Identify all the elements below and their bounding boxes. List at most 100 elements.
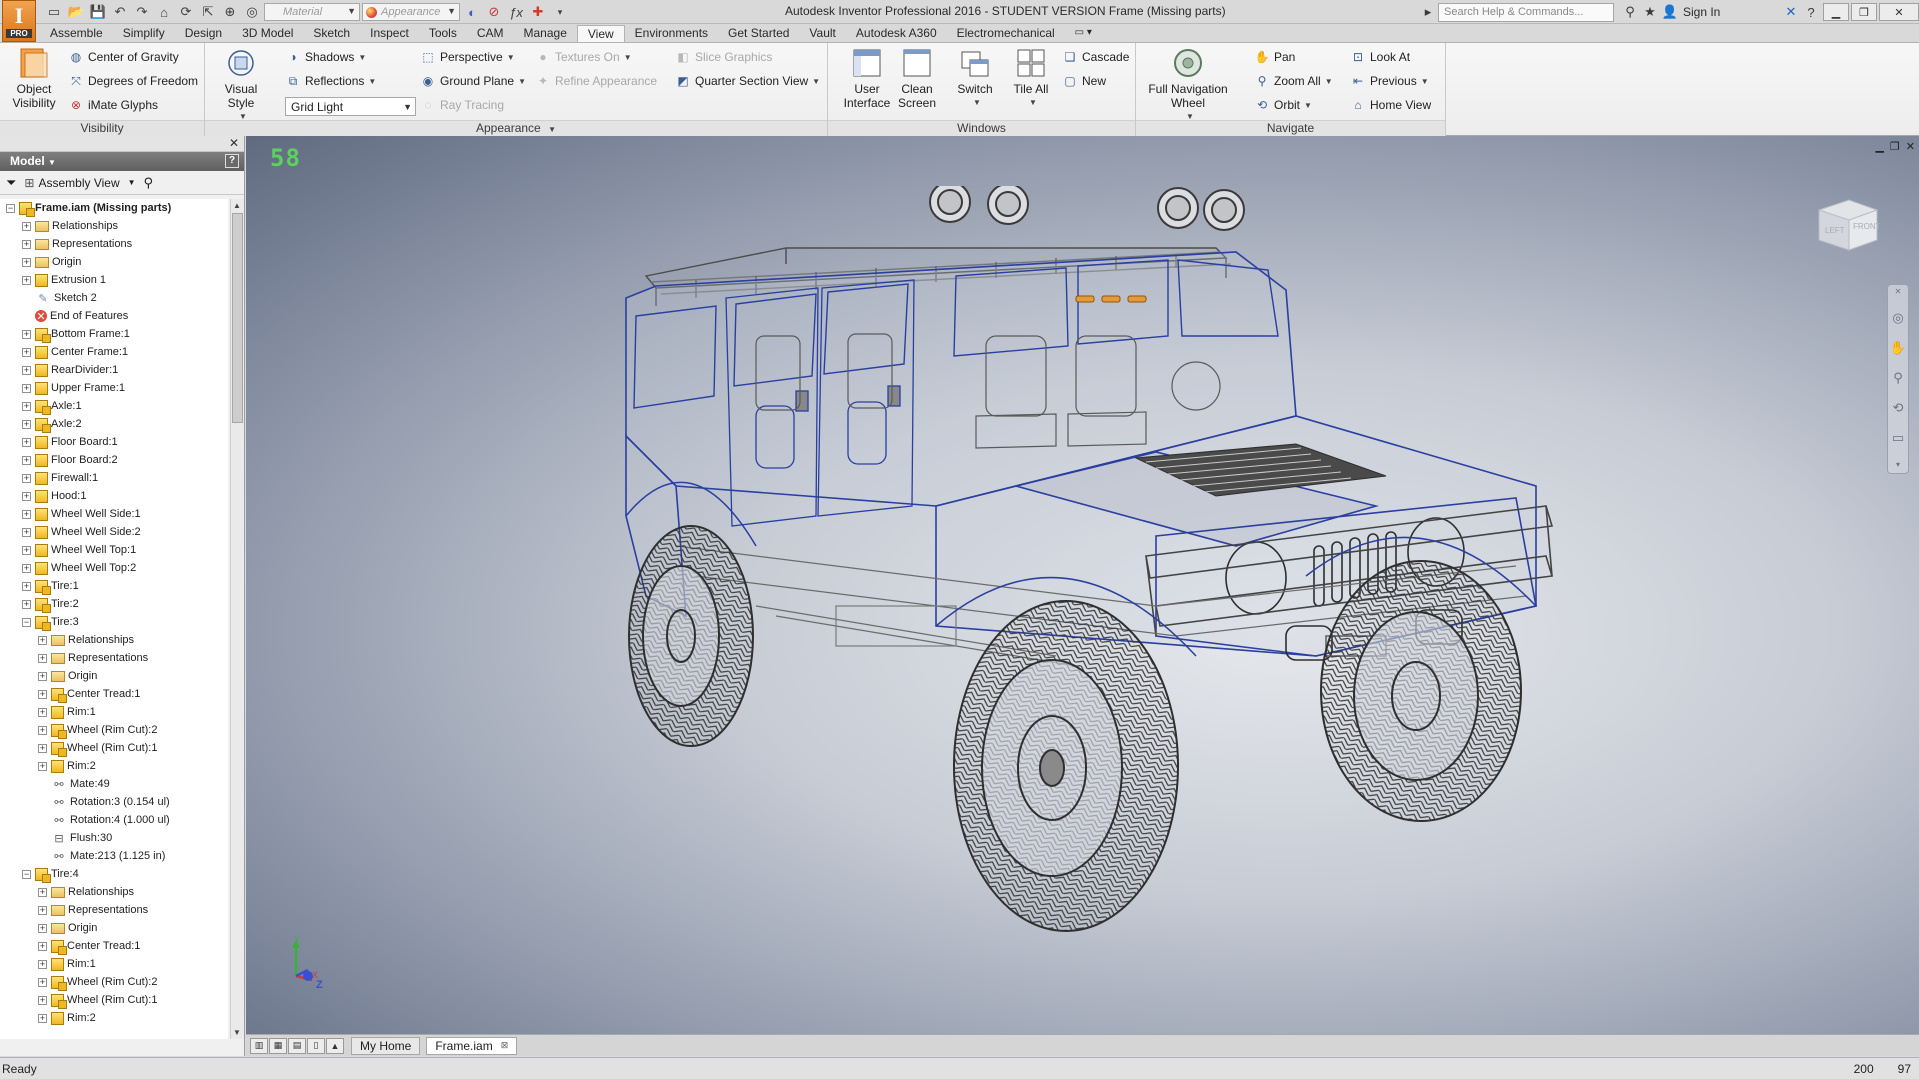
update-icon[interactable]: ⟳ [176,2,196,22]
tree-item[interactable]: + Center Frame:1 [0,343,228,361]
tab-simplify[interactable]: Simplify [113,25,175,43]
expand-icon[interactable]: + [22,581,31,591]
filter-icon[interactable]: ⏷ [6,175,16,191]
tree-item[interactable]: + Center Tread:1 [0,937,228,955]
pan-button[interactable]: ✋ Pan [1254,49,1296,65]
expand-icon[interactable]: + [38,959,47,969]
visual-style-button[interactable]: Visual Style ▼ [211,47,271,124]
tree-item[interactable]: ⚯ Rotation:3 (0.154 ul) [0,793,228,811]
home-icon[interactable]: ⌂ [154,2,174,22]
tree-item[interactable]: + Axle:2 [0,415,228,433]
tree-item[interactable]: + Tire:2 [0,595,228,613]
cascade-windows-icon[interactable]: ▯ [307,1037,325,1054]
appearance-panel-label[interactable]: Appearance ▼ [205,120,827,136]
expand-icon[interactable]: + [22,527,31,537]
expand-icon[interactable]: + [38,905,47,915]
cascade-button[interactable]: ❏ Cascade [1062,49,1130,65]
tree-item[interactable]: + Tire:1 [0,577,228,595]
user-icon[interactable]: 👤 [1660,2,1680,22]
tree-item[interactable]: + Representations [0,901,228,919]
tree-item[interactable]: + Wheel (Rim Cut):2 [0,721,228,739]
tree-item[interactable]: + Bottom Frame:1 [0,325,228,343]
tree-item[interactable]: + Wheel (Rim Cut):1 [0,739,228,757]
maximize-button[interactable]: ❐ [1851,3,1877,21]
viewcube[interactable]: LEFT FRONT [1815,196,1881,254]
steering-wheel-icon[interactable]: ◎ [1892,310,1903,326]
expand-icon[interactable]: + [22,473,31,483]
expand-icon[interactable]: + [22,221,31,231]
expand-icon[interactable]: + [22,347,31,357]
sign-in-button[interactable]: Sign In [1683,5,1775,19]
my-home-tab[interactable]: My Home [351,1036,421,1055]
tree-item[interactable]: + Relationships [0,631,228,649]
undo-icon[interactable]: ↶ [110,2,130,22]
tab-electromechanical[interactable]: Electromechanical [947,25,1065,43]
binoculars-icon[interactable]: ⚲ [1620,2,1640,22]
tree-item[interactable]: + Firewall:1 [0,469,228,487]
tab-get-started[interactable]: Get Started [718,25,799,43]
user-interface-button[interactable]: User Interface [836,47,898,110]
expand-icon[interactable]: + [22,437,31,447]
select-priority-icon[interactable]: ⊕ [220,2,240,22]
expand-icon[interactable]: + [22,545,31,555]
open-documents-icon[interactable]: ▲ [326,1037,344,1054]
new-file-icon[interactable]: ▭ [44,2,64,22]
tree-item[interactable]: + RearDivider:1 [0,361,228,379]
adjust-icon[interactable]: ◐ [462,2,482,22]
binoculars-icon[interactable]: ⚲ [144,175,154,191]
expand-icon[interactable]: + [38,707,47,717]
tree-item[interactable]: + Rim:1 [0,955,228,973]
select-icon[interactable]: ⇱ [198,2,218,22]
ray-tracing-button[interactable]: ◌ Ray Tracing [420,97,504,113]
expand-icon[interactable]: + [22,275,31,285]
tab-3d-model[interactable]: 3D Model [232,25,303,43]
orbit-button[interactable]: ⟲ Orbit ▼ [1254,97,1312,113]
browser-scrollbar[interactable]: ▲ ▼ [230,199,244,1039]
frame-iam-tab[interactable]: Frame.iam ⊠ [426,1036,518,1055]
collapse-icon[interactable]: − [22,617,31,627]
plus-icon[interactable]: ✚ [528,2,548,22]
textures-on-button[interactable]: ● Textures On ▼ [535,49,631,65]
shadows-button[interactable]: ◑ Shadows ▼ [285,49,366,65]
vehicle-wireframe-model[interactable] [456,186,1596,946]
tree-item[interactable]: ✕ End of Features [0,307,228,325]
tab-vault[interactable]: Vault [799,25,845,43]
zoom-icon[interactable]: ⚲ [1893,370,1903,386]
look-at-icon[interactable]: ▭ [1892,430,1904,446]
tile-grid-icon[interactable]: ▦ [269,1037,287,1054]
tab-inspect[interactable]: Inspect [360,25,419,43]
minimize-button[interactable]: ▁ [1823,3,1849,21]
previous-view-button[interactable]: ⇤ Previous ▼ [1350,73,1429,89]
tree-item[interactable]: + Representations [0,649,228,667]
switch-button[interactable]: Switch ▼ [950,47,1000,110]
tab-environments[interactable]: Environments [625,25,718,43]
ribbon-display-toggle-icon[interactable]: ▭ ▾ [1065,25,1102,43]
material-combo[interactable]: Material ▼ [264,3,360,21]
tab-sketch[interactable]: Sketch [303,25,360,43]
collapse-icon[interactable]: − [22,869,31,879]
close-browser-icon[interactable]: ✕ [229,136,239,150]
close-doc-icon[interactable]: ✕ [1906,140,1915,153]
orbit-icon[interactable]: ⟲ [1893,400,1904,416]
pan-hand-icon[interactable]: ✋ [1890,340,1906,356]
lighting-style-select[interactable]: Grid Light ▼ [285,97,416,116]
nav-options-icon[interactable]: ▾ [1896,460,1900,469]
tree-item[interactable]: + Origin [0,919,228,937]
open-file-icon[interactable]: 📂 [66,2,86,22]
tree-item[interactable]: + Relationships [0,883,228,901]
tree-item[interactable]: + Rim:2 [0,757,228,775]
help-icon[interactable]: ? [1801,2,1821,22]
tree-item[interactable]: + Wheel Well Side:2 [0,523,228,541]
expand-icon[interactable]: + [38,743,47,753]
browser-help-icon[interactable]: ? [225,154,239,168]
center-of-gravity-button[interactable]: ◍ Center of Gravity [68,49,179,65]
tree-item[interactable]: + Wheel Well Top:2 [0,559,228,577]
expand-icon[interactable]: + [38,923,47,933]
expand-icon[interactable]: + [22,599,31,609]
expand-icon[interactable]: + [22,329,31,339]
expand-icon[interactable]: + [22,491,31,501]
refine-appearance-button[interactable]: ✦ Refine Appearance [535,73,657,89]
collapse-icon[interactable]: − [6,203,15,213]
tree-item[interactable]: + Floor Board:1 [0,433,228,451]
expand-icon[interactable]: + [22,509,31,519]
